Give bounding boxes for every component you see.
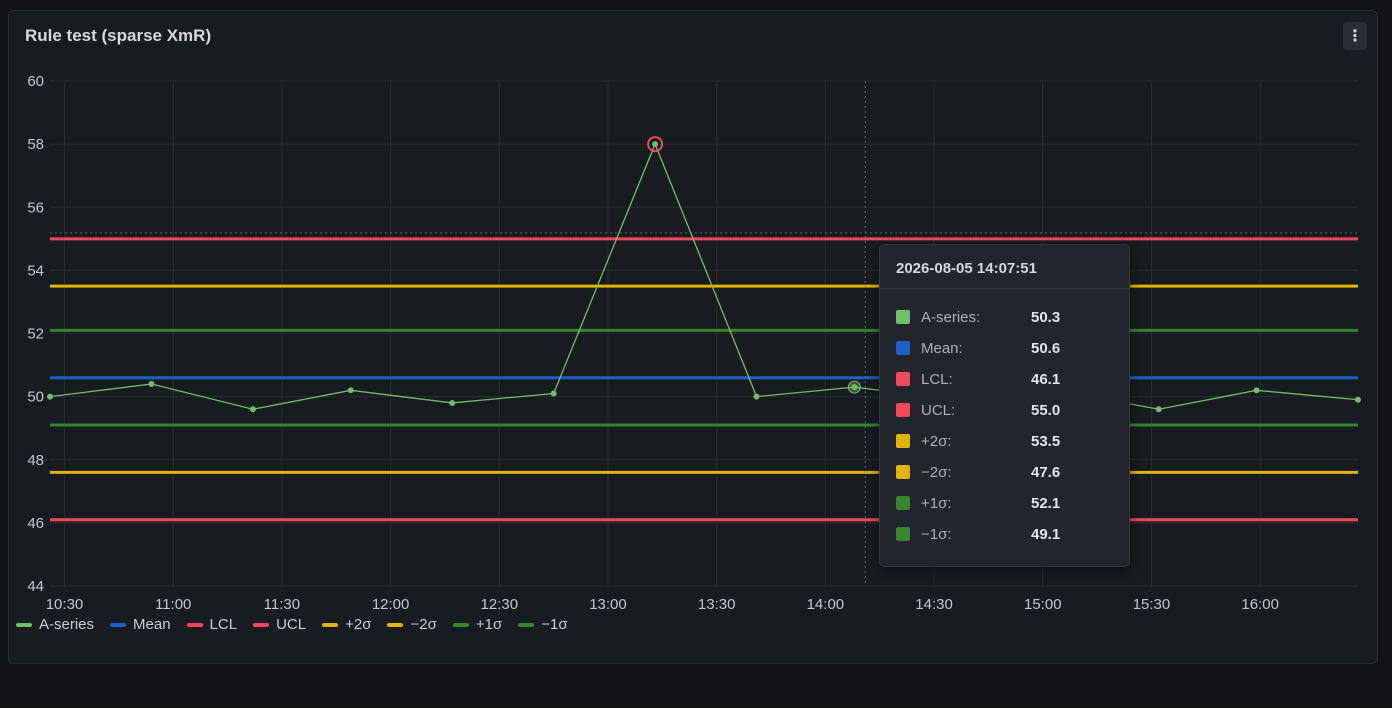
tooltip-label: Mean: xyxy=(921,339,963,357)
legend-swatch xyxy=(16,622,32,627)
y-tick-label: 56 xyxy=(27,199,44,216)
legend-label: +1σ xyxy=(475,616,503,633)
tooltip-label: LCL: xyxy=(921,370,953,388)
tooltip-swatch xyxy=(896,372,910,386)
y-tick-label: 54 xyxy=(27,262,44,279)
legend-swatch xyxy=(322,622,339,627)
tooltip-swatch xyxy=(896,465,910,479)
tooltip-swatch xyxy=(896,434,910,448)
tooltip-swatch xyxy=(896,527,910,541)
tooltip-label: +1σ: xyxy=(921,494,952,512)
tooltip-value: 52.1 xyxy=(1031,494,1061,512)
y-tick-label: 58 xyxy=(27,136,44,153)
tooltip-row: UCL: 55.0 xyxy=(896,400,1060,420)
legend-label: LCL xyxy=(209,616,238,633)
tooltip-row: +1σ: 52.1 xyxy=(896,493,1060,513)
hovered-point xyxy=(847,380,861,394)
tooltip-value: 47.6 xyxy=(1031,463,1061,481)
tooltip-value: 55.0 xyxy=(1031,401,1061,419)
legend-label: +2σ xyxy=(345,616,372,633)
x-tick-label: 12:00 xyxy=(372,596,410,613)
data-point xyxy=(652,141,659,148)
hover-tooltip: 2026-08-05 14:07:51 A-series: 50.3 Mean: 50… xyxy=(879,244,1130,567)
x-tick-label: 10:30 xyxy=(46,596,84,613)
x-tick-label: 11:30 xyxy=(264,596,300,613)
x-tick-label: 15:00 xyxy=(1024,596,1062,613)
legend-item[interactable]: UCL xyxy=(253,616,306,633)
y-tick-label: 60 xyxy=(27,73,44,90)
data-point xyxy=(347,387,354,394)
tooltip-swatch xyxy=(896,310,910,324)
data-point xyxy=(148,381,155,387)
tooltip-row: Mean: 50.6 xyxy=(896,338,1060,358)
legend-swatch xyxy=(387,622,404,627)
legend-item[interactable]: LCL xyxy=(186,616,238,633)
tooltip-time: 2026-08-05 14:07:51 xyxy=(880,245,1129,289)
data-point xyxy=(449,399,456,406)
x-tick-label: 13:00 xyxy=(589,596,627,613)
tooltip-value: 50.6 xyxy=(1031,339,1061,357)
tooltip-swatch xyxy=(896,403,910,417)
tooltip-label: UCL: xyxy=(921,401,956,419)
legend-label: UCL xyxy=(276,616,307,633)
legend-label: A-series xyxy=(39,616,95,633)
legend-label: −1σ xyxy=(541,616,568,633)
x-tick-label: 14:00 xyxy=(807,596,845,613)
legend-item[interactable]: −1σ xyxy=(518,616,568,633)
data-point xyxy=(1155,406,1162,413)
x-tick-label: 15:30 xyxy=(1133,596,1171,613)
data-point xyxy=(249,406,256,413)
x-tick-label: 11:00 xyxy=(155,596,191,613)
tooltip-value: 53.5 xyxy=(1031,432,1061,450)
tooltip-value: 49.1 xyxy=(1031,525,1061,543)
x-tick-label: 16:00 xyxy=(1241,596,1279,613)
data-point xyxy=(47,393,53,400)
tooltip-value: 46.1 xyxy=(1031,370,1061,388)
legend-item[interactable]: +2σ xyxy=(322,616,371,633)
tooltip-label: A-series: xyxy=(921,308,981,326)
legend-swatch xyxy=(110,622,127,627)
tooltip-label: −1σ: xyxy=(921,525,952,543)
legend-label: −2σ xyxy=(410,616,437,633)
tooltip-value: 50.3 xyxy=(1031,308,1061,326)
legend-item[interactable]: Mean xyxy=(110,616,171,633)
data-point xyxy=(1253,387,1260,394)
data-point xyxy=(1355,396,1361,403)
legend-swatch xyxy=(452,622,469,627)
y-tick-label: 48 xyxy=(27,452,44,469)
tooltip-swatch xyxy=(896,341,910,355)
legend-swatch xyxy=(518,622,535,627)
legend-swatch xyxy=(253,622,270,627)
x-tick-label: 13:30 xyxy=(698,596,736,613)
y-tick-label: 52 xyxy=(27,326,44,343)
legend-item[interactable]: −2σ xyxy=(387,616,437,633)
y-tick-label: 46 xyxy=(27,515,44,532)
tooltip-label: −2σ: xyxy=(921,463,952,481)
chart-plot[interactable]: 60 58 56 54 52 50 48 46 4410:30 11:00 11:30 12:00 12… xyxy=(0,0,1392,708)
legend-item[interactable]: A-series xyxy=(16,616,94,633)
legend-label: Mean xyxy=(133,616,171,633)
tooltip-label: +2σ: xyxy=(921,432,952,450)
tooltip-row: LCL: 46.1 xyxy=(896,369,1060,389)
y-tick-label: 44 xyxy=(27,578,44,595)
x-tick-label: 14:30 xyxy=(915,596,953,613)
tooltip-row: A-series: 50.3 xyxy=(896,307,1060,327)
legend-swatch xyxy=(186,622,203,627)
legend-item[interactable]: +1σ xyxy=(452,616,503,633)
x-tick-label: 12:30 xyxy=(481,596,519,613)
series-line xyxy=(49,142,1359,410)
data-point xyxy=(753,393,760,400)
tooltip-row: −1σ: 49.1 xyxy=(896,524,1060,544)
data-point xyxy=(550,390,557,397)
tooltip-row: +2σ: 53.5 xyxy=(896,431,1060,451)
tooltip-swatch xyxy=(896,496,910,510)
tooltip-row: −2σ: 47.6 xyxy=(896,462,1060,482)
chart-legend: A-series Mean LCL UCL +2σ −2σ +1σ −1σ xyxy=(16,616,568,633)
y-tick-label: 50 xyxy=(27,389,44,406)
